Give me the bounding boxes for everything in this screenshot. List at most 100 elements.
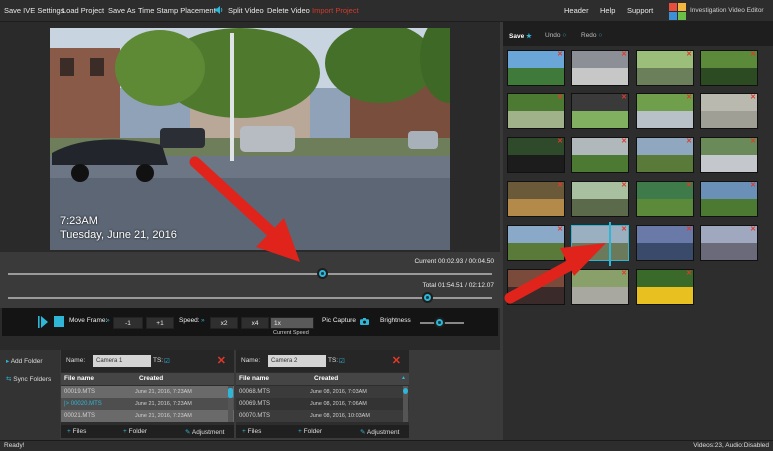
menu-save-as[interactable]: Save As — [108, 6, 136, 15]
pic-capture-button[interactable]: Pic Capture — [322, 317, 356, 324]
menu-help[interactable]: Help — [600, 6, 615, 15]
video-thumbnail[interactable]: ✕ — [571, 93, 629, 129]
video-thumbnail[interactable]: ✕ — [507, 181, 565, 217]
speed-x4-button[interactable]: x4 — [241, 317, 269, 329]
menu-split-video[interactable]: Split Video — [228, 6, 264, 15]
video-thumbnail[interactable]: ✕ — [700, 181, 758, 217]
menu-import-project[interactable]: Import Project — [312, 6, 359, 15]
camera1-scrollbar[interactable] — [228, 386, 233, 422]
remove-thumbnail-icon[interactable]: ✕ — [557, 94, 563, 102]
camera2-col-created[interactable]: Created — [314, 375, 338, 382]
remove-thumbnail-icon[interactable]: ✕ — [686, 270, 692, 278]
table-row-active[interactable]: |> 00020.MTS June 21, 2016, 7:23AM — [61, 398, 234, 410]
brightness-slider-handle[interactable] — [434, 317, 446, 328]
menu-save-ive-settings[interactable]: Save IVE Settings — [4, 6, 64, 15]
menu-header[interactable]: Header — [564, 6, 589, 15]
remove-thumbnail-icon[interactable]: ✕ — [686, 226, 692, 234]
camera1-add-folder-button[interactable]: + Folder — [123, 428, 147, 435]
camera2-adjustment-button[interactable]: ✎ Adjustment — [360, 428, 399, 436]
menu-load-project[interactable]: Load Project — [62, 6, 104, 15]
table-row[interactable]: 00068.MTS June 08, 2016, 7:03AM — [236, 386, 409, 398]
stop-icon[interactable] — [54, 316, 64, 327]
table-row[interactable]: 00019.MTS June 21, 2016, 7:23AM — [61, 386, 234, 398]
speaker-icon[interactable] — [214, 5, 224, 15]
remove-thumbnail-icon[interactable]: ✕ — [686, 138, 692, 146]
speed-x2-button[interactable]: x2 — [210, 317, 238, 329]
total-slider-track[interactable] — [8, 297, 492, 299]
frame-forward-button[interactable]: +1 — [146, 317, 174, 329]
video-thumbnail[interactable]: ✕ — [636, 50, 694, 86]
tab-save[interactable]: Save ★ — [509, 32, 532, 40]
remove-thumbnail-icon[interactable]: ✕ — [750, 51, 756, 59]
current-slider-track[interactable] — [8, 273, 492, 275]
video-thumbnail[interactable]: ✕ — [636, 137, 694, 173]
remove-thumbnail-icon[interactable]: ✕ — [750, 94, 756, 102]
table-row[interactable]: 00070.MTS June 08, 2016, 10:03AM — [236, 410, 409, 422]
menu-support[interactable]: Support — [627, 6, 653, 15]
menu-delete-video[interactable]: Delete Video — [267, 6, 310, 15]
frame-back-button[interactable]: -1 — [113, 317, 143, 329]
video-thumbnail[interactable]: ✕ — [700, 50, 758, 86]
camera-icon[interactable] — [360, 318, 369, 325]
camera1-ts-checkbox[interactable]: ☑ — [164, 357, 170, 365]
camera1-scrollbar-thumb[interactable] — [228, 388, 233, 398]
camera1-name-input[interactable]: Camera 1 — [93, 355, 151, 367]
remove-thumbnail-icon[interactable]: ✕ — [750, 138, 756, 146]
camera2-add-folder-button[interactable]: + Folder — [298, 428, 322, 435]
video-thumbnail[interactable]: ✕ — [571, 50, 629, 86]
tab-redo[interactable]: Redo ○ — [581, 32, 602, 39]
video-frame[interactable]: 7:23AM Tuesday, June 21, 2016 — [50, 28, 450, 250]
camera1-col-created[interactable]: Created — [139, 375, 163, 382]
remove-thumbnail-icon[interactable]: ✕ — [621, 94, 627, 102]
sync-folders-button[interactable]: ⇆ Sync Folders — [6, 375, 51, 383]
camera1-add-files-button[interactable]: + Files — [67, 428, 86, 435]
camera2-add-files-button[interactable]: + Files — [242, 428, 261, 435]
remove-thumbnail-icon[interactable]: ✕ — [750, 182, 756, 190]
video-thumbnail[interactable]: ✕ — [507, 137, 565, 173]
video-thumbnail[interactable]: ✕ — [571, 137, 629, 173]
video-thumbnail[interactable]: ✕ — [636, 225, 694, 261]
camera2-ts-checkbox[interactable]: ☑ — [339, 357, 345, 365]
remove-thumbnail-icon[interactable]: ✕ — [621, 182, 627, 190]
video-thumbnail[interactable]: ✕ — [507, 93, 565, 129]
video-thumbnail[interactable]: ✕ — [571, 181, 629, 217]
remove-thumbnail-icon[interactable]: ✕ — [621, 226, 627, 234]
camera1-col-file[interactable]: File name — [64, 375, 94, 382]
video-thumbnail[interactable]: ✕ — [571, 225, 629, 261]
video-thumbnail[interactable]: ✕ — [507, 225, 565, 261]
sort-icon[interactable]: ▲ — [401, 375, 406, 381]
video-thumbnail[interactable]: ✕ — [636, 269, 694, 305]
menu-time-stamp-placement[interactable]: Time Stamp Placement — [138, 6, 216, 15]
split-marker[interactable] — [609, 222, 611, 266]
remove-thumbnail-icon[interactable]: ✕ — [750, 226, 756, 234]
remove-thumbnail-icon[interactable]: ✕ — [621, 51, 627, 59]
remove-thumbnail-icon[interactable]: ✕ — [686, 51, 692, 59]
camera2-name-input[interactable]: Camera 2 — [268, 355, 326, 367]
video-thumbnail[interactable]: ✕ — [571, 269, 629, 305]
video-thumbnail[interactable]: ✕ — [636, 93, 694, 129]
camera2-close-icon[interactable]: ✕ — [392, 354, 401, 367]
video-thumbnail[interactable]: ✕ — [507, 50, 565, 86]
camera2-col-file[interactable]: File name — [239, 375, 269, 382]
table-row[interactable]: 00069.MTS June 08, 2016, 7:06AM — [236, 398, 409, 410]
video-thumbnail[interactable]: ✕ — [700, 225, 758, 261]
video-thumbnail[interactable]: ✕ — [507, 269, 565, 305]
add-folder-button[interactable]: ▸ Add Folder — [6, 357, 43, 365]
video-thumbnail[interactable]: ✕ — [636, 181, 694, 217]
video-thumbnail[interactable]: ✕ — [700, 137, 758, 173]
remove-thumbnail-icon[interactable]: ✕ — [557, 270, 563, 278]
table-row[interactable]: 00021.MTS June 21, 2016, 7:23AM — [61, 410, 234, 422]
remove-thumbnail-icon[interactable]: ✕ — [557, 226, 563, 234]
camera2-scrollbar-thumb[interactable] — [403, 388, 408, 394]
current-slider-handle[interactable] — [317, 268, 329, 279]
camera2-scrollbar[interactable] — [403, 386, 408, 422]
remove-thumbnail-icon[interactable]: ✕ — [557, 182, 563, 190]
remove-thumbnail-icon[interactable]: ✕ — [621, 270, 627, 278]
total-slider-handle[interactable] — [422, 292, 434, 303]
tab-undo[interactable]: Undo ○ — [545, 32, 566, 39]
camera1-adjustment-button[interactable]: ✎ Adjustment — [185, 428, 224, 436]
play-icon[interactable] — [38, 316, 48, 328]
camera1-close-icon[interactable]: ✕ — [217, 354, 226, 367]
remove-thumbnail-icon[interactable]: ✕ — [686, 182, 692, 190]
remove-thumbnail-icon[interactable]: ✕ — [557, 138, 563, 146]
